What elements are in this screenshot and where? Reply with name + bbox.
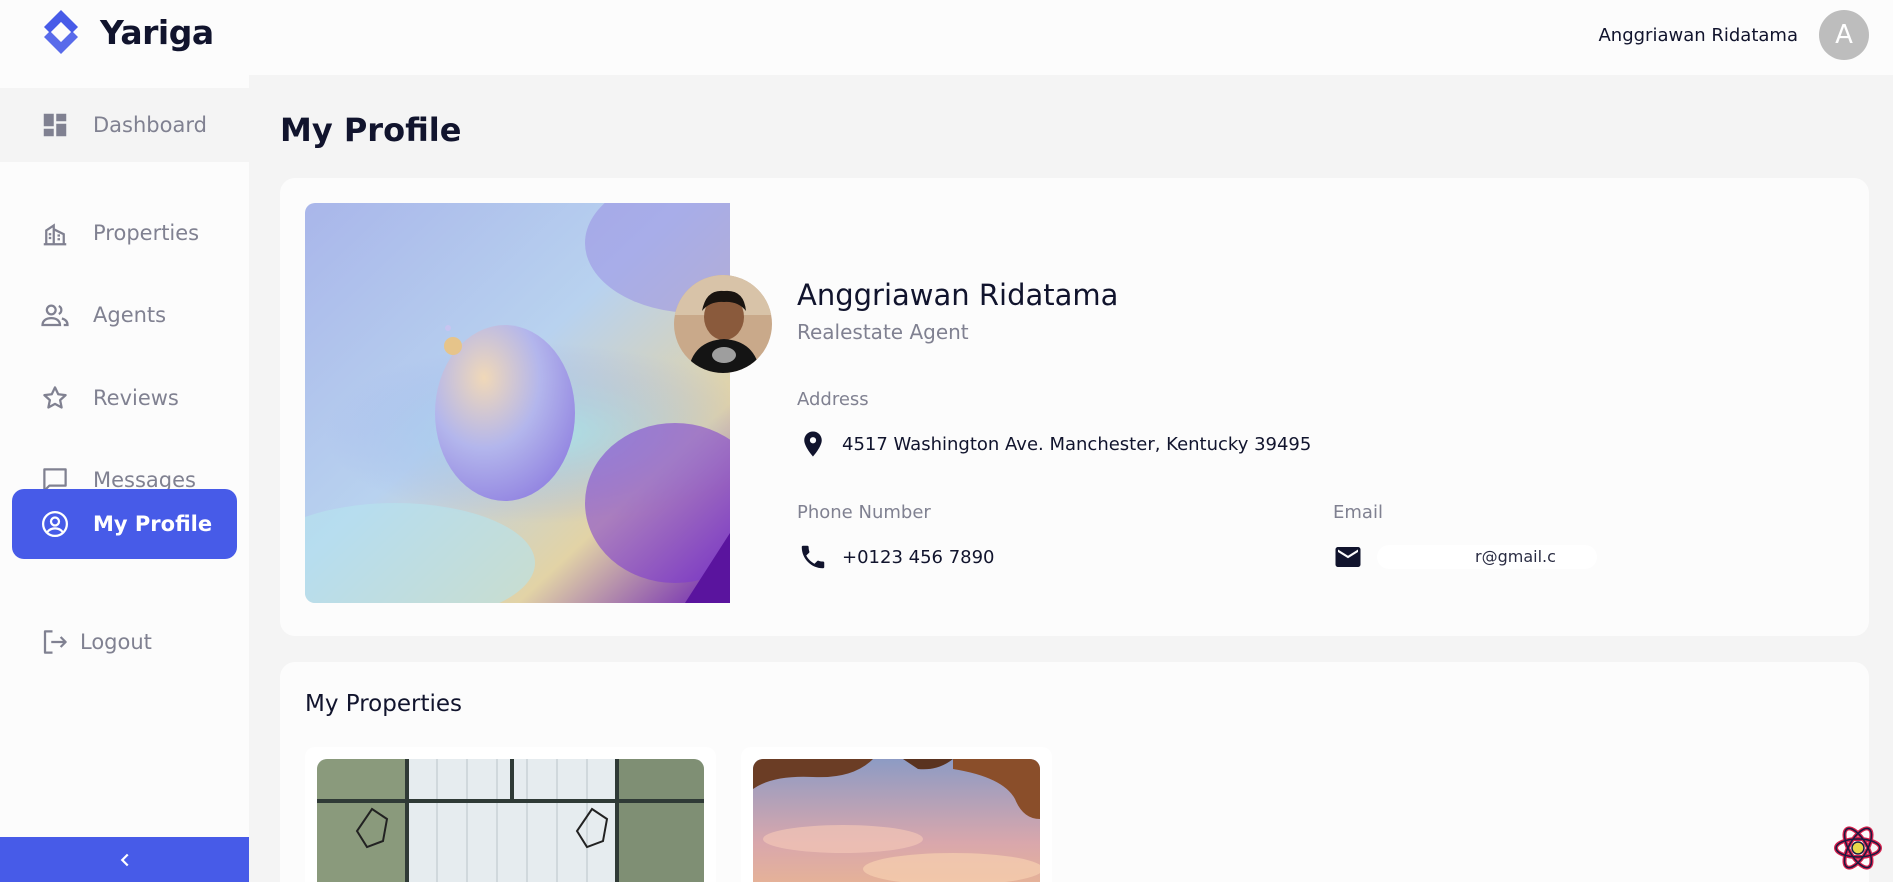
main-content: My Profile Anggriawan Ridatama Realestat… — [249, 75, 1893, 882]
sidebar-item-my-profile[interactable]: My Profile — [12, 489, 237, 559]
address-value: 4517 Washington Ave. Manchester, Kentuck… — [842, 433, 1312, 455]
property-card[interactable] — [741, 747, 1052, 882]
profile-cover-image — [305, 203, 730, 603]
profile-role: Realestate Agent — [797, 320, 969, 344]
react-devtools-icon[interactable] — [1833, 823, 1883, 873]
profile-photo — [674, 275, 772, 373]
sidebar-item-label: Agents — [93, 303, 167, 327]
profile-card: Anggriawan Ridatama Realestate Agent Add… — [280, 178, 1869, 636]
page-title: My Profile — [280, 111, 462, 149]
sidebar-item-reviews[interactable]: Reviews — [0, 362, 249, 434]
property-image — [753, 759, 1040, 882]
phone-icon — [801, 545, 825, 569]
sidebar-item-label: My Profile — [93, 512, 213, 536]
property-image — [317, 759, 704, 882]
chevron-left-icon — [120, 853, 129, 866]
sidebar: Dashboard Properties Agents Reviews Mess… — [0, 75, 249, 882]
sidebar-item-label: Logout — [80, 630, 152, 654]
mail-icon — [1335, 547, 1361, 567]
profile-name: Anggriawan Ridatama — [797, 278, 1119, 312]
avatar[interactable]: A — [1819, 10, 1869, 60]
star-icon — [43, 386, 67, 409]
yariga-logo-icon — [44, 10, 78, 54]
logout-icon — [43, 630, 67, 654]
dashboard-icon — [43, 113, 67, 137]
sidebar-item-label: Dashboard — [93, 113, 207, 137]
address-row: 4517 Washington Ave. Manchester, Kentuck… — [798, 429, 1311, 459]
location-pin-icon — [804, 431, 822, 457]
phone-label: Phone Number — [797, 502, 931, 523]
phone-value: +0123 456 7890 — [842, 546, 995, 568]
sidebar-item-agents[interactable]: Agents — [0, 279, 249, 351]
account-circle-icon — [42, 511, 68, 537]
sidebar-item-label: Properties — [93, 221, 200, 245]
logo[interactable]: Yariga — [36, 8, 214, 56]
email-value-redacted: r@gmail.c — [1377, 545, 1597, 569]
app-name: Yariga — [100, 12, 214, 52]
email-row: r@gmail.c — [1333, 542, 1597, 572]
top-bar: Yariga Anggriawan Ridatama A — [0, 0, 1893, 75]
email-value: r@gmail.c — [1475, 547, 1556, 566]
phone-row: +0123 456 7890 — [798, 542, 995, 572]
sidebar-item-logout[interactable]: Logout — [0, 606, 249, 678]
sidebar-item-dashboard[interactable]: Dashboard — [0, 88, 249, 162]
user-name: Anggriawan Ridatama — [1598, 24, 1798, 46]
address-label: Address — [797, 389, 869, 410]
my-properties-title: My Properties — [305, 691, 463, 717]
sidebar-collapse-button[interactable] — [0, 837, 249, 882]
my-properties-card: My Properties — [280, 662, 1869, 882]
sidebar-item-label: Reviews — [93, 386, 179, 410]
properties-icon — [43, 223, 67, 246]
property-card[interactable] — [305, 747, 716, 882]
sidebar-item-properties[interactable]: Properties — [0, 197, 249, 269]
agents-icon — [41, 304, 69, 327]
email-label: Email — [1333, 502, 1383, 523]
user-menu[interactable]: Anggriawan Ridatama A — [1598, 9, 1893, 61]
